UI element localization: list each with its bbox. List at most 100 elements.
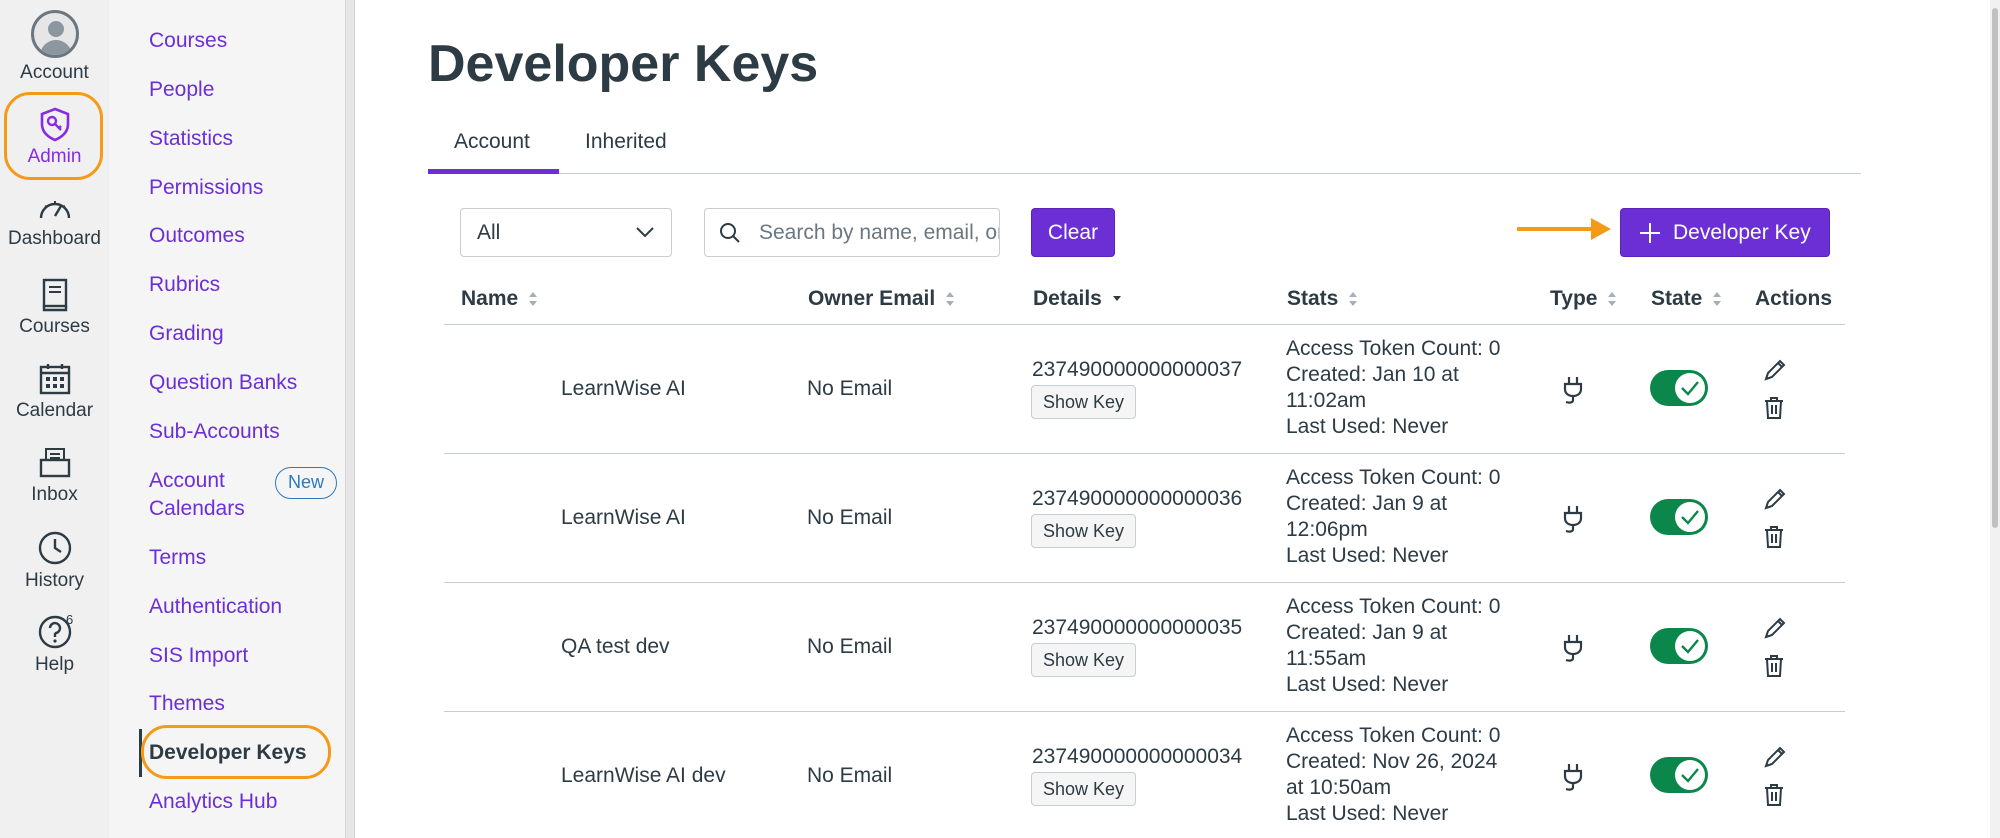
subnav-outcomes[interactable]: Outcomes bbox=[149, 222, 245, 250]
delete-trash-icon[interactable] bbox=[1763, 525, 1785, 549]
nav-courses[interactable]: Courses bbox=[0, 278, 109, 338]
nav-account[interactable]: Account bbox=[0, 10, 109, 84]
history-clock-icon bbox=[38, 531, 71, 565]
delete-trash-icon[interactable] bbox=[1763, 654, 1785, 678]
state-toggle[interactable] bbox=[1650, 499, 1708, 535]
show-key-button[interactable]: Show Key bbox=[1031, 643, 1136, 677]
nav-help-label: Help bbox=[34, 654, 75, 675]
edit-pencil-icon[interactable] bbox=[1763, 358, 1787, 382]
sort-icon bbox=[946, 292, 955, 307]
subnav-account-calendars-line2[interactable]: Calendars bbox=[149, 495, 245, 523]
subnav-sub-accounts[interactable]: Sub-Accounts bbox=[149, 418, 280, 446]
stat-last-used: Last Used: Never bbox=[1286, 802, 1449, 825]
plug-icon bbox=[1563, 764, 1583, 791]
state-toggle[interactable] bbox=[1650, 370, 1708, 406]
stat-last-used: Last Used: Never bbox=[1286, 544, 1449, 567]
subnav-statistics[interactable]: Statistics bbox=[149, 125, 233, 153]
show-key-button[interactable]: Show Key bbox=[1031, 385, 1136, 419]
search-box[interactable] bbox=[704, 208, 1000, 257]
page-scrollbar-thumb[interactable] bbox=[1992, 8, 1998, 528]
nav-history[interactable]: History bbox=[0, 530, 109, 592]
filter-select-value: All bbox=[477, 221, 501, 244]
stat-token-count: Access Token Count: 0 bbox=[1286, 724, 1501, 747]
help-badge: 6 bbox=[66, 612, 74, 627]
subnav-question-banks[interactable]: Question Banks bbox=[149, 369, 297, 397]
check-icon bbox=[1681, 639, 1699, 654]
delete-trash-icon[interactable] bbox=[1763, 783, 1785, 807]
key-stats: Access Token Count: 0 Created: Jan 9 at … bbox=[1286, 465, 1500, 569]
stat-created: Created: Jan 9 at bbox=[1286, 621, 1448, 644]
state-toggle[interactable] bbox=[1650, 628, 1708, 664]
edit-pencil-icon[interactable] bbox=[1763, 745, 1787, 769]
courses-book-icon bbox=[42, 278, 67, 312]
subnav-sis-import[interactable]: SIS Import bbox=[149, 642, 248, 670]
column-header-type[interactable]: Type bbox=[1550, 287, 1617, 311]
subnav-permissions[interactable]: Permissions bbox=[149, 174, 263, 202]
delete-trash-icon[interactable] bbox=[1763, 396, 1785, 420]
column-header-stats-label: Stats bbox=[1287, 287, 1339, 310]
nav-help[interactable]: 6 Help bbox=[0, 612, 109, 676]
key-stats: Access Token Count: 0 Created: Nov 26, 2… bbox=[1286, 723, 1500, 827]
stat-last-used: Last Used: Never bbox=[1286, 673, 1449, 696]
sort-icon bbox=[529, 292, 538, 307]
stat-created-time: 11:02am bbox=[1286, 389, 1367, 412]
key-stats: Access Token Count: 0 Created: Jan 9 at … bbox=[1286, 594, 1500, 698]
sub-navigation-divider bbox=[345, 0, 355, 838]
stat-created: Created: Jan 9 at bbox=[1286, 492, 1448, 515]
owner-email: No Email bbox=[807, 506, 893, 529]
subnav-terms[interactable]: Terms bbox=[149, 544, 206, 572]
search-input[interactable] bbox=[759, 209, 999, 256]
edit-pencil-icon[interactable] bbox=[1763, 616, 1787, 640]
nav-dashboard-label: Dashboard bbox=[8, 228, 101, 249]
column-header-state[interactable]: State bbox=[1651, 287, 1722, 311]
subnav-account-calendars-line1[interactable]: Account bbox=[149, 467, 225, 495]
column-header-owner-email[interactable]: Owner Email bbox=[808, 287, 955, 311]
dashboard-gauge-icon bbox=[39, 201, 70, 219]
column-header-stats[interactable]: Stats bbox=[1287, 287, 1358, 311]
tab-inherited[interactable]: Inherited bbox=[585, 130, 667, 154]
subnav-people[interactable]: People bbox=[149, 76, 214, 104]
key-name: LearnWise AI bbox=[561, 377, 686, 400]
table-header-divider bbox=[444, 324, 1845, 325]
chevron-down-icon bbox=[636, 227, 654, 238]
plus-icon bbox=[1640, 223, 1660, 243]
active-tab-indicator bbox=[428, 169, 559, 174]
column-header-name[interactable]: Name bbox=[461, 287, 538, 311]
stat-created-time: 11:55am bbox=[1286, 647, 1367, 670]
stat-created-time: 12:06pm bbox=[1286, 518, 1368, 541]
key-name: LearnWise AI dev bbox=[561, 764, 726, 787]
subnav-rubrics[interactable]: Rubrics bbox=[149, 271, 220, 299]
add-developer-key-label: Developer Key bbox=[1673, 221, 1811, 244]
add-developer-key-button[interactable]: Developer Key bbox=[1620, 208, 1830, 257]
column-header-actions: Actions bbox=[1755, 287, 1833, 310]
developer-keys-highlight-ring bbox=[141, 725, 331, 779]
search-icon bbox=[720, 223, 740, 243]
stat-created-time: at 10:50am bbox=[1286, 776, 1392, 799]
key-name: LearnWise AI bbox=[561, 506, 686, 529]
stat-token-count: Access Token Count: 0 bbox=[1286, 337, 1501, 360]
nav-inbox[interactable]: Inbox bbox=[0, 446, 109, 506]
key-id: 237490000000000037 bbox=[1032, 358, 1243, 381]
tab-account[interactable]: Account bbox=[454, 130, 530, 154]
nav-courses-label: Courses bbox=[19, 316, 90, 337]
sort-descending-icon bbox=[1112, 296, 1121, 302]
admin-highlight-ring bbox=[4, 92, 103, 180]
nav-dashboard[interactable]: Dashboard bbox=[0, 194, 109, 250]
key-id: 237490000000000034 bbox=[1032, 745, 1243, 768]
show-key-button[interactable]: Show Key bbox=[1031, 514, 1136, 548]
subnav-themes[interactable]: Themes bbox=[149, 690, 225, 718]
subnav-analytics-hub[interactable]: Analytics Hub bbox=[149, 788, 277, 816]
sort-icon bbox=[1349, 292, 1358, 307]
show-key-button[interactable]: Show Key bbox=[1031, 772, 1136, 806]
page-title: Developer Keys bbox=[428, 35, 819, 93]
nav-calendar[interactable]: Calendar bbox=[0, 362, 109, 422]
state-toggle[interactable] bbox=[1650, 757, 1708, 793]
subnav-authentication[interactable]: Authentication bbox=[149, 593, 282, 621]
subnav-courses[interactable]: Courses bbox=[149, 27, 227, 55]
clear-button[interactable]: Clear bbox=[1031, 208, 1115, 257]
filter-select[interactable]: All bbox=[460, 208, 672, 257]
subnav-grading[interactable]: Grading bbox=[149, 320, 224, 348]
edit-pencil-icon[interactable] bbox=[1763, 487, 1787, 511]
column-header-details[interactable]: Details bbox=[1033, 287, 1122, 311]
sort-icon bbox=[1608, 292, 1617, 307]
